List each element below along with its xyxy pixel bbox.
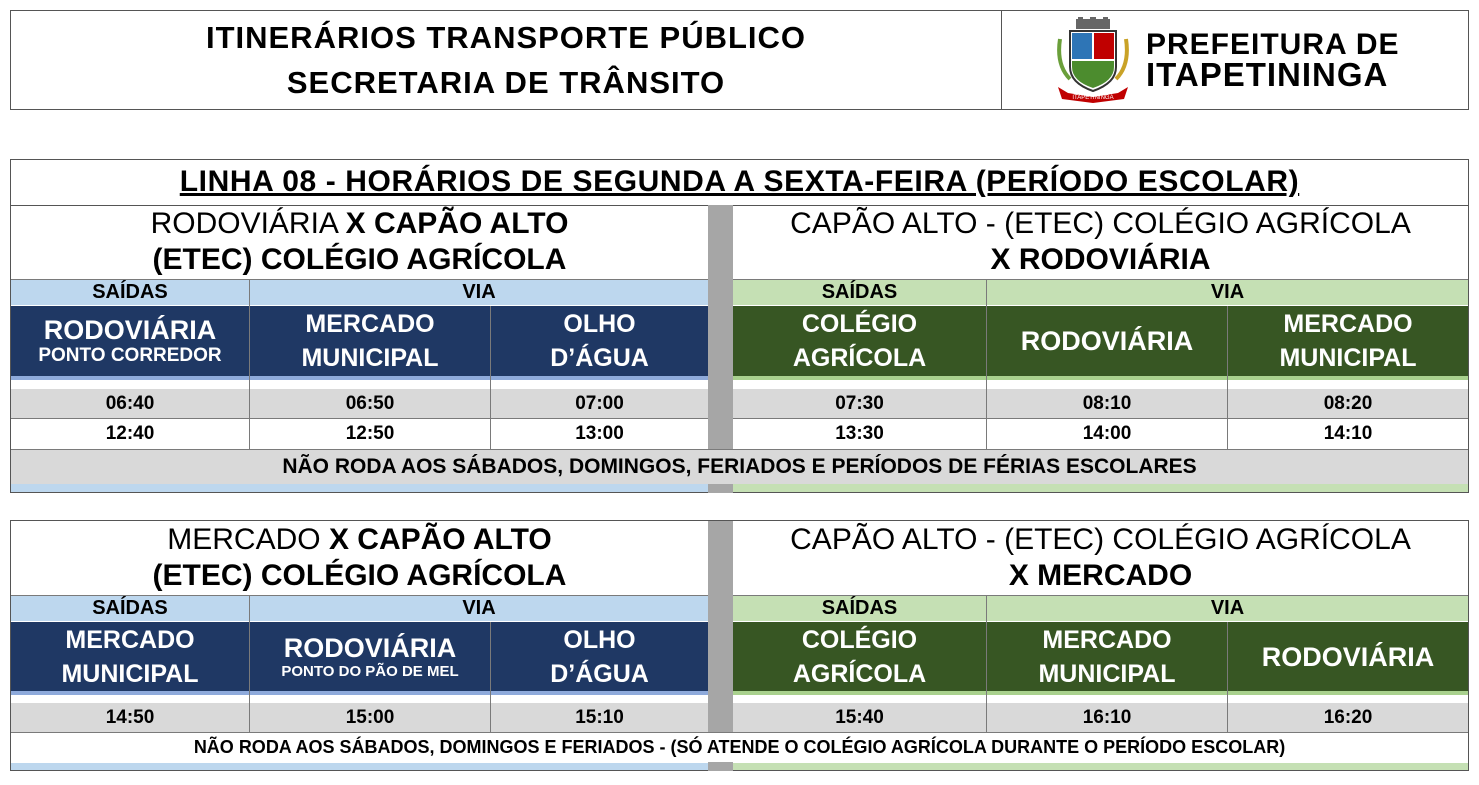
t2-line-c bbox=[11, 732, 1468, 733]
table1-left-via: VIA bbox=[250, 280, 708, 305]
svg-text:ITAPETININGA: ITAPETININGA bbox=[1072, 95, 1113, 101]
t1-v2 bbox=[490, 306, 491, 450]
table1-right-col-mercado: MERCADO MUNICIPAL bbox=[1228, 306, 1468, 380]
t2-v1 bbox=[249, 596, 250, 733]
table1-right-route: CAPÃO ALTO - (ETEC) COLÉGIO AGRÍCOLA X R… bbox=[790, 207, 1411, 276]
header-title-line2: SECRETARIA DE TRÂNSITO bbox=[286, 65, 726, 100]
t1-line-e bbox=[11, 449, 1468, 450]
table1-right-r1-c2: 08:10 bbox=[987, 389, 1227, 418]
header-title-line1: ITINERÁRIOS TRANSPORTE PÚBLICO bbox=[205, 20, 807, 55]
table1-right-r2-c2: 14:00 bbox=[987, 419, 1227, 449]
table2-right-col-rodoviaria: RODOVIÁRIA bbox=[1228, 622, 1468, 695]
table1-left-r2-c1: 12:40 bbox=[11, 419, 249, 449]
table1-left-r1-c2: 06:50 bbox=[250, 389, 490, 418]
table2-note: NÃO RODA AOS SÁBADOS, DOMINGOS E FERIADO… bbox=[11, 733, 1468, 762]
table2-right-r1-c2: 16:10 bbox=[987, 703, 1227, 732]
t2-line-b bbox=[733, 595, 1468, 596]
table2-right-col-colegio: COLÉGIO AGRÍCOLA bbox=[733, 622, 986, 695]
t1-line-a bbox=[11, 279, 708, 280]
table1-title: LINHA 08 - HORÁRIOS DE SEGUNDA A SEXTA-F… bbox=[11, 160, 1468, 206]
t2-v3 bbox=[986, 596, 987, 733]
t1-line-c bbox=[11, 418, 708, 419]
city-crest-icon: ITAPETININGA bbox=[1057, 17, 1129, 103]
table1-left-r1-c3: 07:00 bbox=[491, 389, 708, 418]
table1-left-r2-c3: 13:00 bbox=[491, 419, 708, 449]
table1-left-col-olho-dagua: OLHO D’ÁGUA bbox=[491, 306, 708, 380]
t1-v3 bbox=[986, 280, 987, 450]
table2-right-r1-c1: 15:40 bbox=[733, 703, 986, 732]
t2-line-a bbox=[11, 595, 708, 596]
table1-left-col-rodoviaria: RODOVIÁRIA PONTO CORREDOR bbox=[11, 306, 249, 380]
table2-left-via: VIA bbox=[250, 596, 708, 621]
table2-right-saidas: SAÍDAS bbox=[733, 596, 986, 621]
t2-v4 bbox=[1227, 622, 1228, 733]
table1-right-r1-c1: 07:30 bbox=[733, 389, 986, 418]
table2-left-col-rodoviaria: RODOVIÁRIA PONTO DO PÃO DE MEL bbox=[250, 622, 490, 695]
table1-left-route: RODOVIÁRIA X CAPÃO ALTO (ETEC) COLÉGIO A… bbox=[150, 207, 569, 276]
table1-footer-left bbox=[11, 484, 708, 492]
table2-footer-right bbox=[733, 763, 1468, 770]
table2-right-route: CAPÃO ALTO - (ETEC) COLÉGIO AGRÍCOLA X M… bbox=[790, 523, 1411, 592]
t2-v2 bbox=[490, 622, 491, 733]
table1-right-via: VIA bbox=[987, 280, 1468, 305]
t1-v1 bbox=[249, 280, 250, 450]
table2-left-r1-c2: 15:00 bbox=[250, 703, 490, 732]
table1-footer-right bbox=[733, 484, 1468, 492]
logo-line2: ITAPETININGA bbox=[1146, 56, 1389, 93]
table1-left-col-mercado: MERCADO MUNICIPAL bbox=[250, 306, 490, 380]
table2-right-r1-c3: 16:20 bbox=[1228, 703, 1468, 732]
table2-left-route: MERCADO X CAPÃO ALTO (ETEC) COLÉGIO AGRÍ… bbox=[152, 523, 567, 592]
table2-left-r1-c1: 14:50 bbox=[11, 703, 249, 732]
header-title-box: ITINERÁRIOS TRANSPORTE PÚBLICO SECRETARI… bbox=[10, 10, 1002, 110]
table1-right-col-colegio: COLÉGIO AGRÍCOLA bbox=[733, 306, 986, 380]
table1-left-r1-c1: 06:40 bbox=[11, 389, 249, 418]
table2-left-r1-c3: 15:10 bbox=[491, 703, 708, 732]
table2-right-col-mercado: MERCADO MUNICIPAL bbox=[987, 622, 1227, 695]
table2-left-saidas: SAÍDAS bbox=[11, 596, 249, 621]
table1-right-saidas: SAÍDAS bbox=[733, 280, 986, 305]
table1-right-r2-c1: 13:30 bbox=[733, 419, 986, 449]
table2-footer-left bbox=[11, 763, 708, 770]
table1-right-r1-c3: 08:20 bbox=[1228, 389, 1468, 418]
table1-note: NÃO RODA AOS SÁBADOS, DOMINGOS, FERIADOS… bbox=[11, 450, 1468, 484]
table1-left-r2-c2: 12:50 bbox=[250, 419, 490, 449]
t1-v4 bbox=[1227, 306, 1228, 450]
table2-left-col-mercado: MERCADO MUNICIPAL bbox=[11, 622, 249, 695]
table1-left-saidas: SAÍDAS bbox=[11, 280, 249, 305]
table1-right-col-rodoviaria: RODOVIÁRIA bbox=[987, 306, 1227, 380]
t1-line-d bbox=[733, 418, 1468, 419]
table2-right-via: VIA bbox=[987, 596, 1468, 621]
header-logo-box: ITAPETININGA PREFEITURA DE ITAPETININGA bbox=[1001, 10, 1469, 110]
table2-left-col-olho-dagua: OLHO D’ÁGUA bbox=[491, 622, 708, 695]
table1-right-r2-c3: 14:10 bbox=[1228, 419, 1468, 449]
t1-line-b bbox=[733, 279, 1468, 280]
